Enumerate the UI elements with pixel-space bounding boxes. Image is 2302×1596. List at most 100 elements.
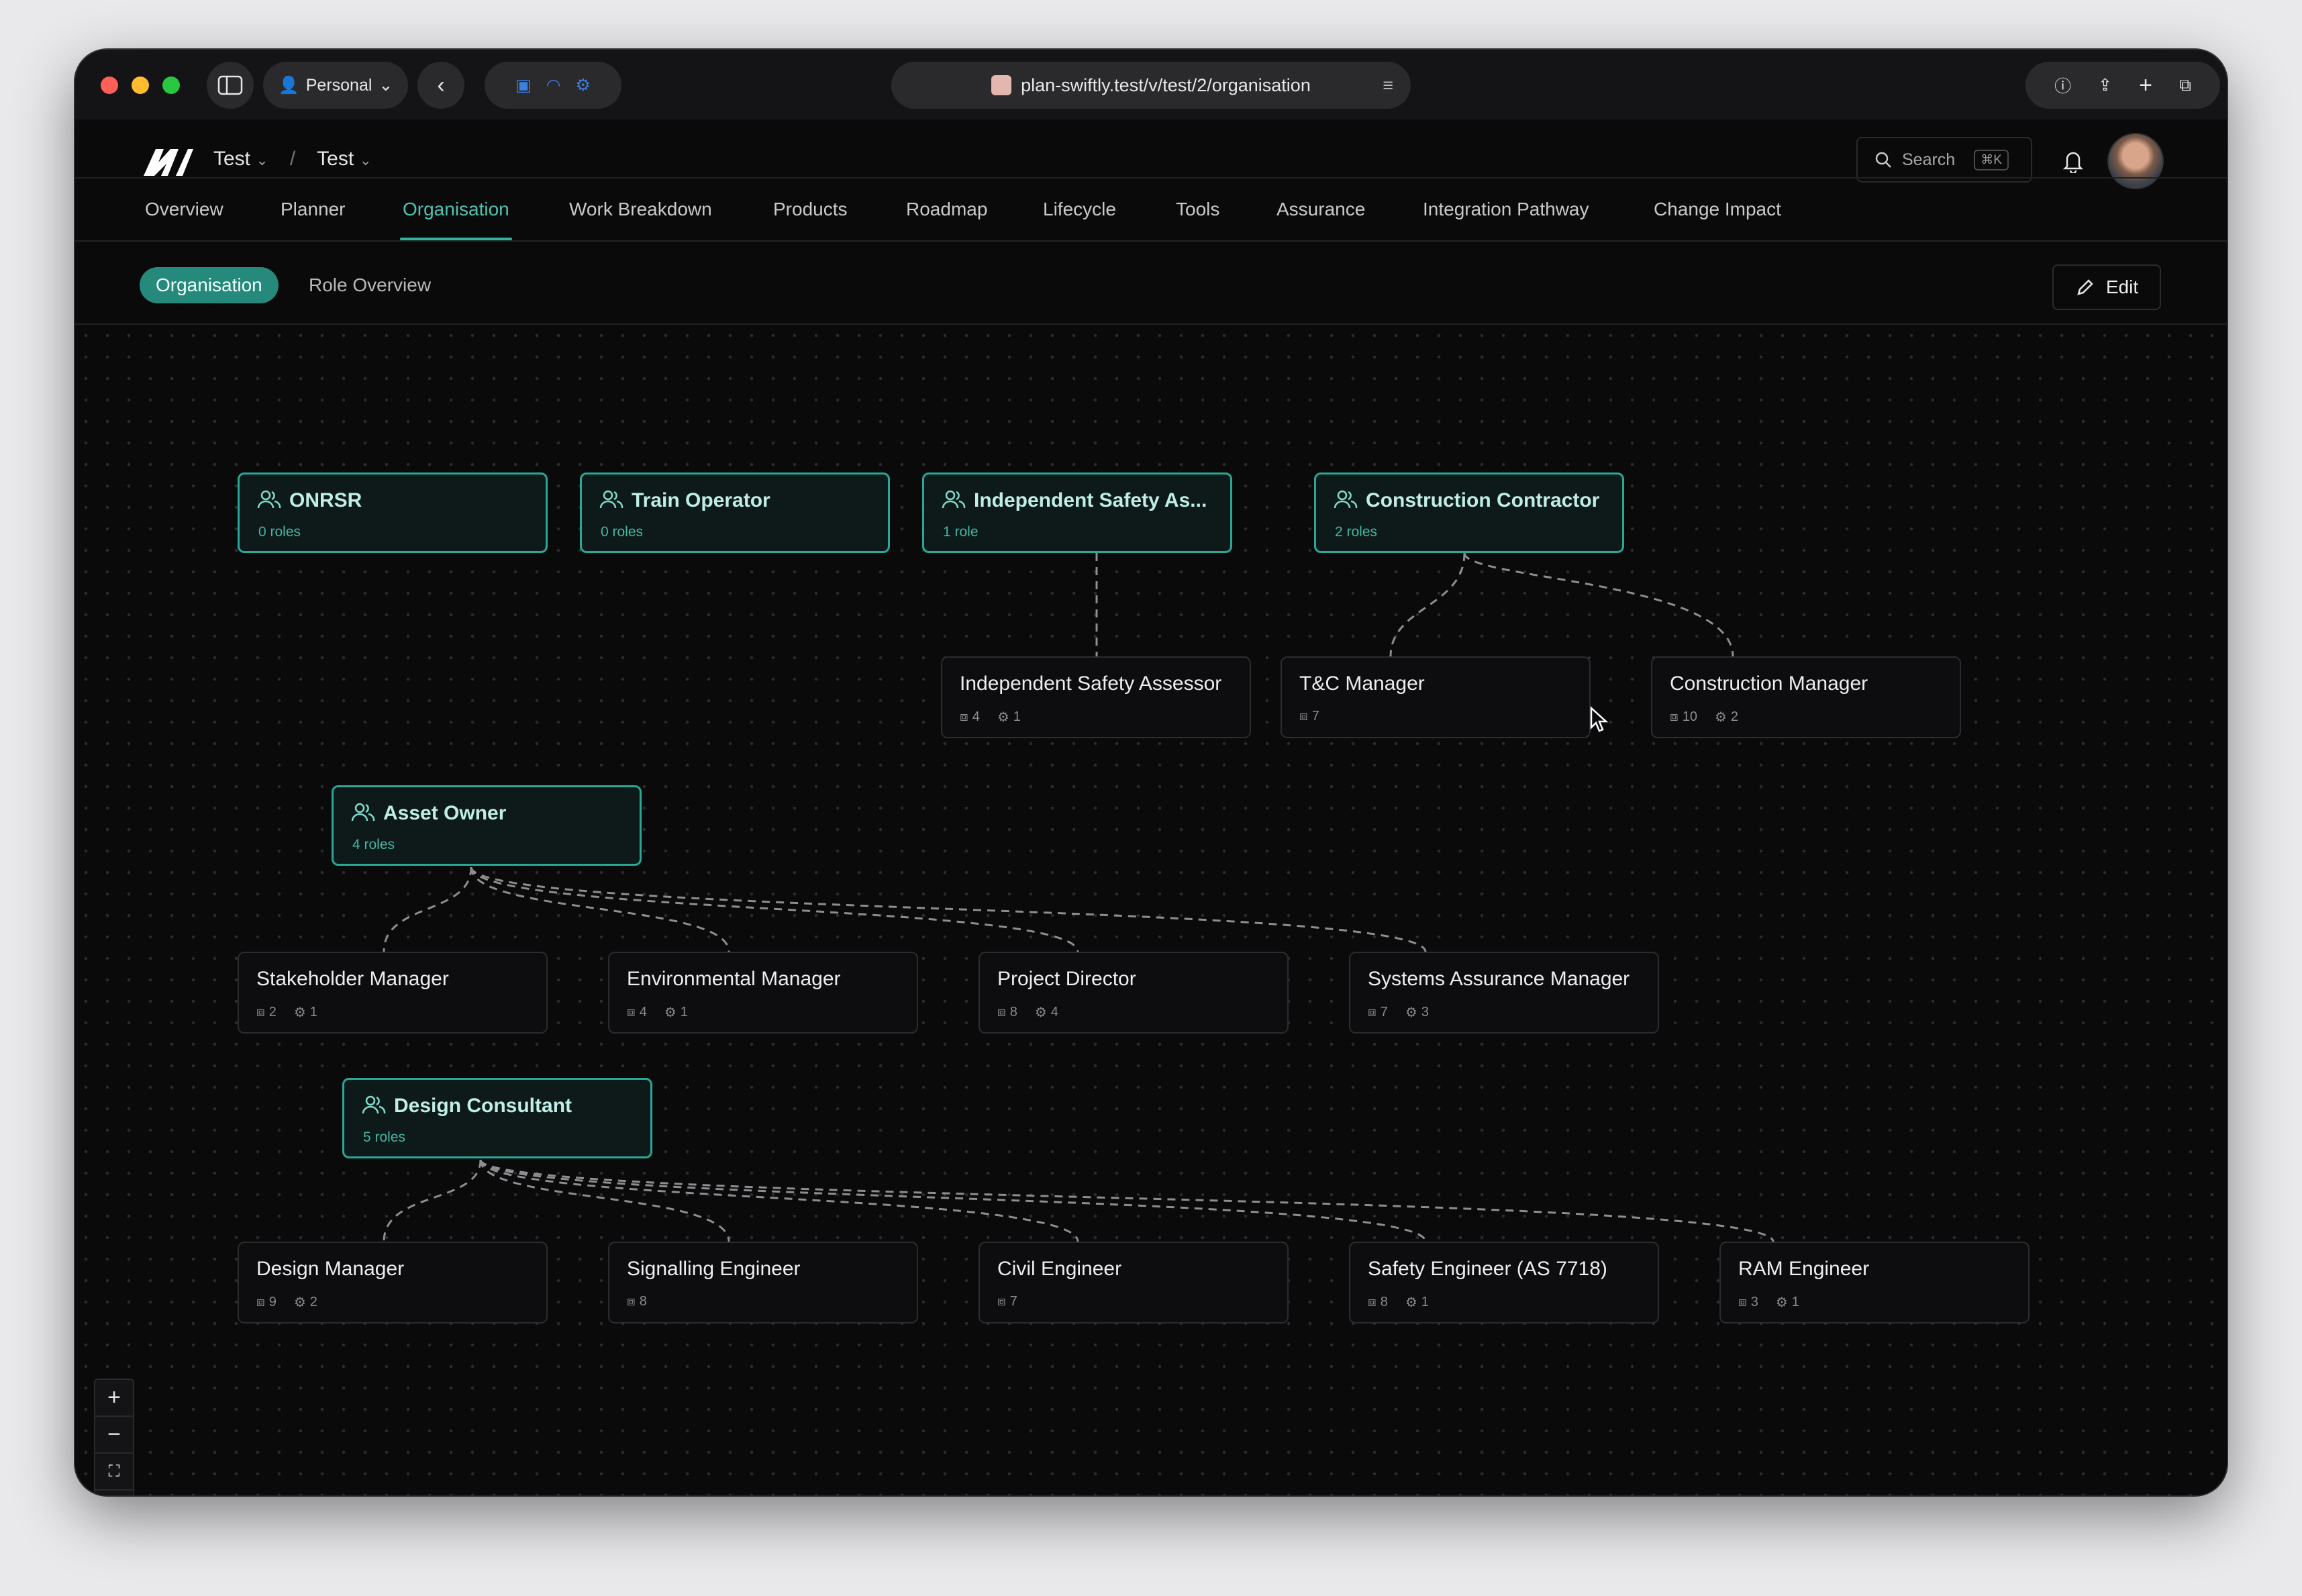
sidebar-toggle-button[interactable] [207, 62, 254, 109]
tab-organisation[interactable]: Organisation [400, 179, 512, 240]
fullscreen-icon: ⛶ [108, 1462, 120, 1481]
org-role-count: 2 roles [1335, 524, 1378, 540]
tab-products[interactable]: Products [773, 179, 848, 240]
role-node-tc-manager[interactable]: T&C Manager ⧈ 7 [1281, 656, 1591, 738]
role-name: Design Manager [256, 1258, 405, 1280]
sidebar-icon [217, 75, 243, 95]
edit-button[interactable]: Edit [2052, 264, 2161, 310]
org-node-asset-owner[interactable]: Asset Owner 4 roles [332, 785, 642, 866]
zoom-in-button[interactable]: + [95, 1380, 133, 1417]
gear-icon: ⚙ [1034, 1005, 1047, 1020]
briefcase-icon: ⧈ [997, 1005, 1006, 1019]
tabs-overview-icon[interactable]: ⧉ [2179, 76, 2191, 95]
tab-change-impact[interactable]: Change Impact [1654, 179, 1781, 240]
org-role-count: 0 roles [601, 524, 644, 540]
pencil-icon [2077, 279, 2093, 295]
person-icon: 👤 [278, 75, 299, 95]
role-node-project-director[interactable]: Project Director ⧈ 8 ⚙ 4 [979, 952, 1289, 1034]
role-node-safety-engineer[interactable]: Safety Engineer (AS 7718) ⧈ 8 ⚙ 1 [1349, 1242, 1659, 1324]
minimize-window-button[interactable] [132, 77, 149, 94]
role-node-design-manager[interactable]: Design Manager ⧈ 9 ⚙ 2 [238, 1242, 548, 1324]
address-bar[interactable]: plan-swiftly.test/v/test/2/organisation … [891, 62, 1411, 109]
breadcrumb-project[interactable]: Test ⌄ [213, 148, 268, 170]
back-button[interactable]: ‹ [417, 62, 464, 109]
org-node-train-operator[interactable]: Train Operator 0 roles [580, 472, 890, 553]
gear-icon: ⚙ [293, 1295, 306, 1310]
tab-overview[interactable]: Overview [145, 179, 223, 240]
org-node-design-consultant[interactable]: Design Consultant 5 roles [342, 1078, 652, 1158]
role-name: Construction Manager [1670, 672, 1868, 695]
role-node-independent-safety-assessor[interactable]: Independent Safety Assessor ⧈ 4 ⚙ 1 [941, 656, 1251, 738]
role-node-environmental-manager[interactable]: Environmental Manager ⧈ 4 ⚙ 1 [608, 952, 918, 1034]
briefcase-icon: ⧈ [1738, 1295, 1747, 1309]
maximize-window-button[interactable] [162, 77, 180, 94]
role-node-construction-manager[interactable]: Construction Manager ⧈ 10 ⚙ 2 [1651, 656, 1961, 738]
group-icon [362, 1095, 386, 1114]
new-tab-icon[interactable]: + [2139, 72, 2152, 99]
briefcase-icon: ⧈ [1368, 1295, 1377, 1309]
briefcase-count: ⧈ 8 [997, 1005, 1017, 1019]
tab-work-breakdown[interactable]: Work Breakdown [569, 179, 712, 240]
briefcase-icon: ⧈ [627, 1005, 636, 1019]
role-node-civil-engineer[interactable]: Civil Engineer ⧈ 7 [979, 1242, 1289, 1324]
briefcase-count: ⧈ 2 [256, 1005, 277, 1019]
org-chart-canvas[interactable]: ONRSR 0 roles Train Operator 0 roles Ind… [75, 325, 2227, 1495]
org-node-independent-safety-assessor[interactable]: Independent Safety As... 1 role [922, 472, 1232, 553]
role-name: T&C Manager [1299, 672, 1425, 695]
main-nav: Overview Planner Organisation Work Break… [75, 177, 2227, 242]
search-icon [1875, 152, 1891, 168]
tab-lifecycle[interactable]: Lifecycle [1043, 179, 1116, 240]
extension-icon-2[interactable]: ◠ [546, 75, 561, 95]
breadcrumb-version[interactable]: Test ⌄ [317, 148, 372, 170]
briefcase-count: ⧈ 10 [1670, 709, 1697, 724]
search-button[interactable]: Search ⌘K [1856, 137, 2032, 183]
site-favicon-icon [991, 75, 1012, 95]
gear-icon: ⚙ [1714, 710, 1727, 725]
url-text: plan-swiftly.test/v/test/2/organisation [1021, 74, 1311, 95]
logo-icon [144, 149, 193, 176]
briefcase-icon: ⧈ [1670, 709, 1679, 724]
sub-nav: Organisation Role Overview Edit [75, 240, 2227, 325]
info-icon[interactable]: ⓘ [2054, 73, 2071, 97]
gear-icon: ⚙ [1405, 1295, 1417, 1310]
extension-icon-3[interactable]: ⚙ [576, 75, 591, 95]
gear-count: ⚙ 1 [1405, 1295, 1429, 1310]
briefcase-count: ⧈ 8 [627, 1294, 647, 1309]
role-name: Stakeholder Manager [256, 968, 449, 990]
role-node-signalling-engineer[interactable]: Signalling Engineer ⧈ 8 [608, 1242, 918, 1324]
breadcrumb: Test ⌄ / Test ⌄ [213, 148, 372, 170]
profile-button[interactable]: 👤 Personal ⌄ [263, 62, 408, 109]
canvas-controls: + − ⛶ 🔒 [94, 1379, 134, 1495]
zoom-out-button[interactable]: − [95, 1417, 133, 1454]
org-name: Design Consultant [394, 1095, 572, 1117]
subtab-organisation[interactable]: Organisation [140, 267, 279, 303]
share-icon[interactable]: ⇪ [2098, 75, 2112, 95]
gear-icon: ⚙ [293, 1005, 306, 1020]
tab-planner[interactable]: Planner [281, 179, 346, 240]
tab-tools[interactable]: Tools [1176, 179, 1219, 240]
search-shortcut-badge: ⌘K [1974, 149, 2009, 170]
profile-label: Personal [305, 75, 372, 95]
close-window-button[interactable] [101, 77, 118, 94]
plus-icon: + [107, 1385, 121, 1410]
minus-icon: − [107, 1422, 121, 1447]
gear-count: ⚙ 1 [664, 1005, 688, 1020]
reader-icon[interactable]: ≡ [1383, 75, 1393, 96]
briefcase-icon: ⧈ [256, 1295, 265, 1309]
org-node-onrsr[interactable]: ONRSR 0 roles [238, 472, 548, 553]
role-node-ram-engineer[interactable]: RAM Engineer ⧈ 3 ⚙ 1 [1719, 1242, 2030, 1324]
tab-integration-pathway[interactable]: Integration Pathway [1423, 179, 1589, 240]
role-node-stakeholder-manager[interactable]: Stakeholder Manager ⧈ 2 ⚙ 1 [238, 952, 548, 1034]
gear-count: ⚙ 2 [1714, 709, 1739, 725]
subtab-role-overview[interactable]: Role Overview [309, 267, 431, 303]
fit-view-button[interactable]: ⛶ [95, 1454, 133, 1491]
org-name: Independent Safety As... [974, 489, 1207, 511]
tab-assurance[interactable]: Assurance [1277, 179, 1365, 240]
org-node-construction-contractor[interactable]: Construction Contractor 2 roles [1314, 472, 1624, 553]
org-role-count: 1 role [943, 524, 979, 540]
extension-icon-1[interactable]: ▣ [515, 75, 532, 95]
bell-icon[interactable] [2062, 149, 2085, 173]
tab-roadmap[interactable]: Roadmap [906, 179, 987, 240]
role-node-systems-assurance-manager[interactable]: Systems Assurance Manager ⧈ 7 ⚙ 3 [1349, 952, 1659, 1034]
lock-button[interactable]: 🔒 [95, 1491, 133, 1495]
